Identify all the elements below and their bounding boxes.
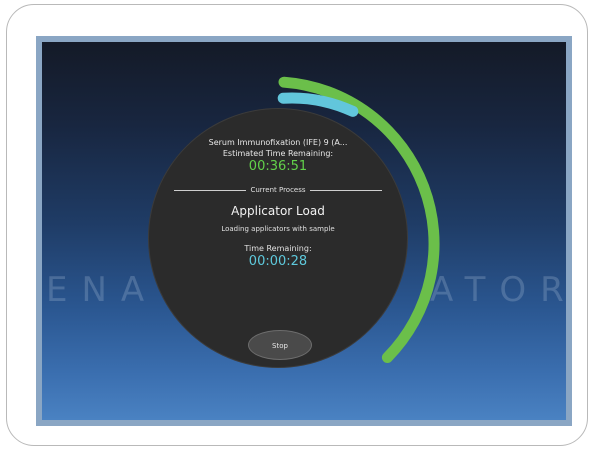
status-dial: Serum Immunofixation (IFE) 9 (A... Estim… (148, 108, 408, 368)
divider-line-right (310, 190, 382, 191)
current-process-divider: Current Process (174, 184, 382, 196)
process-description: Loading applicators with sample (221, 225, 335, 233)
estimated-time-value: 00:36:51 (248, 159, 308, 174)
estimated-time-label: Estimated Time Remaining: (222, 149, 334, 158)
test-name: Serum Immunofixation (IFE) 9 (A... (208, 138, 348, 147)
time-remaining-label: Time Remaining: (244, 244, 312, 253)
time-remaining-value: 00:00:28 (248, 254, 308, 269)
stop-button[interactable]: Stop (248, 330, 312, 360)
instrument-screen: ENA ATORI Serum Immunofixation (IFE) 9 (… (42, 42, 566, 420)
process-name: Applicator Load (231, 204, 325, 218)
